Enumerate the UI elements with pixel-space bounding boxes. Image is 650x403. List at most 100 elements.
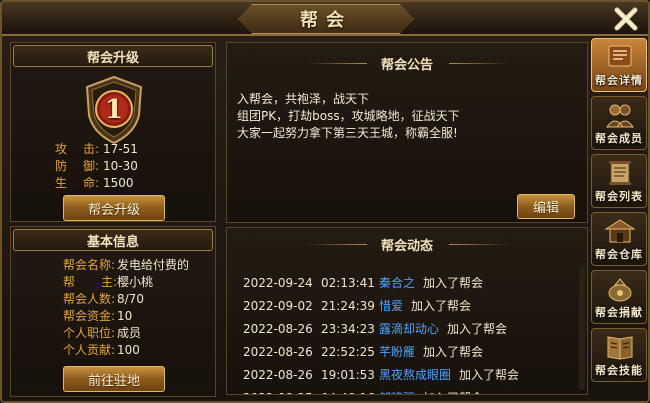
notice-line: 入帮会，共袍泽，战天下 bbox=[237, 92, 370, 106]
warriors-icon bbox=[606, 104, 634, 128]
event-member-name[interactable]: 邹建驱 bbox=[379, 387, 415, 394]
event-time: 22:52:25 bbox=[321, 345, 375, 359]
tab-label: 帮会列表 bbox=[595, 190, 643, 203]
basic-info-list: 帮会名称: 发电给付费的 帮主: 樱小桃 帮会人数: 8/70 帮会资金: 10… bbox=[63, 257, 189, 359]
event-date: 2022-09-24 bbox=[243, 276, 313, 290]
divider bbox=[449, 63, 509, 64]
window-title: 帮会 bbox=[300, 10, 352, 31]
treasure-bag-icon bbox=[608, 278, 632, 302]
event-action: 加入了帮会 bbox=[411, 299, 472, 313]
tab-guild-list[interactable]: 帮会列表 bbox=[591, 154, 647, 208]
event-time: 04:40:16 bbox=[321, 387, 379, 394]
info-row-funds: 帮会资金: 10 bbox=[63, 308, 189, 325]
info-row-members: 帮会人数: 8/70 bbox=[63, 291, 189, 308]
event-member-name[interactable]: 芊盼雁 bbox=[379, 341, 415, 364]
info-label: 个人贡献: bbox=[63, 343, 116, 357]
event-action: 加入了帮会 bbox=[423, 387, 483, 394]
notice-line: 大家一起努力拿下第三天王城，称霸全服! bbox=[237, 126, 458, 140]
left-column: 帮会升级 1 攻击: 17-51 防 御: 10-30 生 命: 1500 帮会… bbox=[10, 42, 216, 397]
divider bbox=[449, 244, 509, 245]
tab-guild-members[interactable]: 帮会成员 bbox=[591, 96, 647, 150]
event-date: 2022-08-26 bbox=[243, 345, 313, 359]
title-plate: 帮会 bbox=[238, 4, 414, 34]
stat-label: 防御: bbox=[55, 159, 99, 173]
event-action: 加入了帮会 bbox=[423, 276, 484, 290]
info-value: 樱小桃 bbox=[117, 275, 154, 289]
events-list[interactable]: 2022-09-24 02:13:41 秦合之 加入了帮会 2022-09-02… bbox=[243, 272, 519, 394]
event-time: 21:24:39 bbox=[321, 299, 375, 313]
guild-window: 帮会 帮会升级 1 攻 击: 17-51 防 御: 10-30 生 命: 150… bbox=[0, 0, 650, 403]
close-button[interactable] bbox=[606, 4, 646, 34]
event-row: 2022-08-26 23:34:23 露滴却动心 加入了帮会 bbox=[243, 318, 519, 341]
guild-upgrade-panel: 帮会升级 1 攻击: 17-51 防 御: 10-30 生 命: 1500 帮会… bbox=[10, 42, 216, 222]
event-date: 2022-09-02 bbox=[243, 299, 313, 313]
basic-info-panel: 基本信息 帮会名称: 发电给付费的 帮主: 樱小桃 帮会人数: 8/70 帮会资… bbox=[10, 226, 216, 397]
notice-title: 帮会公告 bbox=[380, 58, 433, 73]
info-row-contribution: 个人贡献: 100 bbox=[63, 342, 189, 359]
scroll-list-icon bbox=[609, 161, 631, 185]
stat-defense: 防御: 10-30 bbox=[55, 158, 138, 175]
level-badge: 1 bbox=[81, 75, 147, 145]
tab-label: 帮会详情 bbox=[595, 74, 643, 87]
tab-label: 帮会仓库 bbox=[595, 248, 643, 261]
stat-value: 1500 bbox=[103, 176, 134, 190]
info-label: 个人职位: bbox=[63, 326, 116, 340]
info-value: 发电给付费的 bbox=[117, 258, 190, 272]
edit-notice-button[interactable]: 编辑 bbox=[517, 194, 575, 219]
info-row-position: 个人职位: 成员 bbox=[63, 325, 189, 342]
tab-guild-donate[interactable]: 帮会捐献 bbox=[591, 270, 647, 324]
events-title: 帮会动态 bbox=[380, 239, 433, 254]
tab-label: 帮会捐献 bbox=[595, 306, 643, 319]
event-date: 2022-08-26 bbox=[243, 322, 313, 336]
event-member-name[interactable]: 惜爱 bbox=[379, 295, 403, 318]
info-row-leader: 帮主: 樱小桃 bbox=[63, 274, 189, 291]
tab-guild-details[interactable]: 帮会详情 bbox=[591, 38, 647, 92]
basic-info-header: 基本信息 bbox=[13, 229, 213, 251]
tab-label: 帮会成员 bbox=[595, 132, 643, 145]
info-value: 100 bbox=[117, 343, 140, 357]
event-time: 23:34:23 bbox=[321, 322, 375, 336]
notice-text: 入帮会，共袍泽，战天下 组团PK，打劫boss，攻城略地，征战天下 大家一起努力… bbox=[237, 91, 460, 142]
event-member-name[interactable]: 露滴却动心 bbox=[379, 318, 439, 341]
guild-upgrade-header: 帮会升级 bbox=[13, 45, 213, 67]
event-action: 加入了帮会 bbox=[459, 368, 520, 382]
event-member-name[interactable]: 秦合之 bbox=[379, 272, 415, 295]
event-row: 2022-08-25 04:40:16 邹建驱 加入了帮会 bbox=[243, 387, 519, 394]
event-member-name[interactable]: 黑夜熬成眼圈 bbox=[379, 364, 451, 387]
stat-label: 攻击: bbox=[55, 142, 99, 156]
skill-book-icon bbox=[607, 336, 633, 360]
info-value: 8/70 bbox=[117, 292, 144, 306]
scroll-book-icon bbox=[608, 45, 632, 67]
event-action: 加入了帮会 bbox=[447, 322, 508, 336]
pavilion-icon bbox=[604, 219, 636, 243]
tab-guild-warehouse[interactable]: 帮会仓库 bbox=[591, 212, 647, 266]
info-label: 帮主: bbox=[63, 275, 117, 289]
tab-guild-skills[interactable]: 帮会技能 bbox=[591, 328, 647, 382]
event-row: 2022-09-02 21:24:39 惜爱 加入了帮会 bbox=[243, 295, 519, 318]
side-tabs: 帮会详情 帮会成员 帮会列表 帮会仓库 帮会捐献 帮会技能 bbox=[591, 38, 648, 400]
guild-upgrade-button[interactable]: 帮会升级 bbox=[63, 195, 165, 221]
info-value: 10 bbox=[117, 309, 133, 323]
event-date: 2022-08-25 bbox=[243, 387, 321, 394]
event-row: 2022-08-26 22:52:25 芊盼雁 加入了帮会 bbox=[243, 341, 519, 364]
event-time: 02:13:41 bbox=[321, 276, 375, 290]
guild-level: 1 bbox=[104, 95, 124, 125]
stat-label: 生命: bbox=[55, 176, 99, 190]
event-time: 19:01:53 bbox=[321, 368, 375, 382]
guild-notice-panel: 帮会公告 入帮会，共袍泽，战天下 组团PK，打劫boss，攻城略地，征战天下 大… bbox=[226, 42, 588, 223]
notice-line: 组团PK，打劫boss，攻城略地，征战天下 bbox=[237, 109, 460, 123]
event-row: 2022-08-26 19:01:53 黑夜熬成眼圈 加入了帮会 bbox=[243, 364, 519, 387]
title-bar: 帮会 bbox=[2, 2, 648, 36]
close-icon bbox=[614, 7, 638, 31]
stat-health: 生命: 1500 bbox=[55, 175, 138, 192]
goto-station-button[interactable]: 前往驻地 bbox=[63, 366, 165, 392]
stat-attack: 攻击: 17-51 bbox=[55, 141, 138, 158]
info-row-guild-name: 帮会名称: 发电给付费的 bbox=[63, 257, 189, 274]
info-label: 帮会人数: bbox=[63, 292, 116, 306]
info-value: 成员 bbox=[117, 326, 142, 340]
tab-label: 帮会技能 bbox=[595, 364, 643, 377]
event-row: 2022-09-24 02:13:41 秦合之 加入了帮会 bbox=[243, 272, 519, 295]
info-label: 帮会名称: bbox=[63, 258, 116, 272]
events-scrollbar[interactable] bbox=[579, 266, 585, 390]
stat-value: 17-51 bbox=[103, 142, 138, 156]
